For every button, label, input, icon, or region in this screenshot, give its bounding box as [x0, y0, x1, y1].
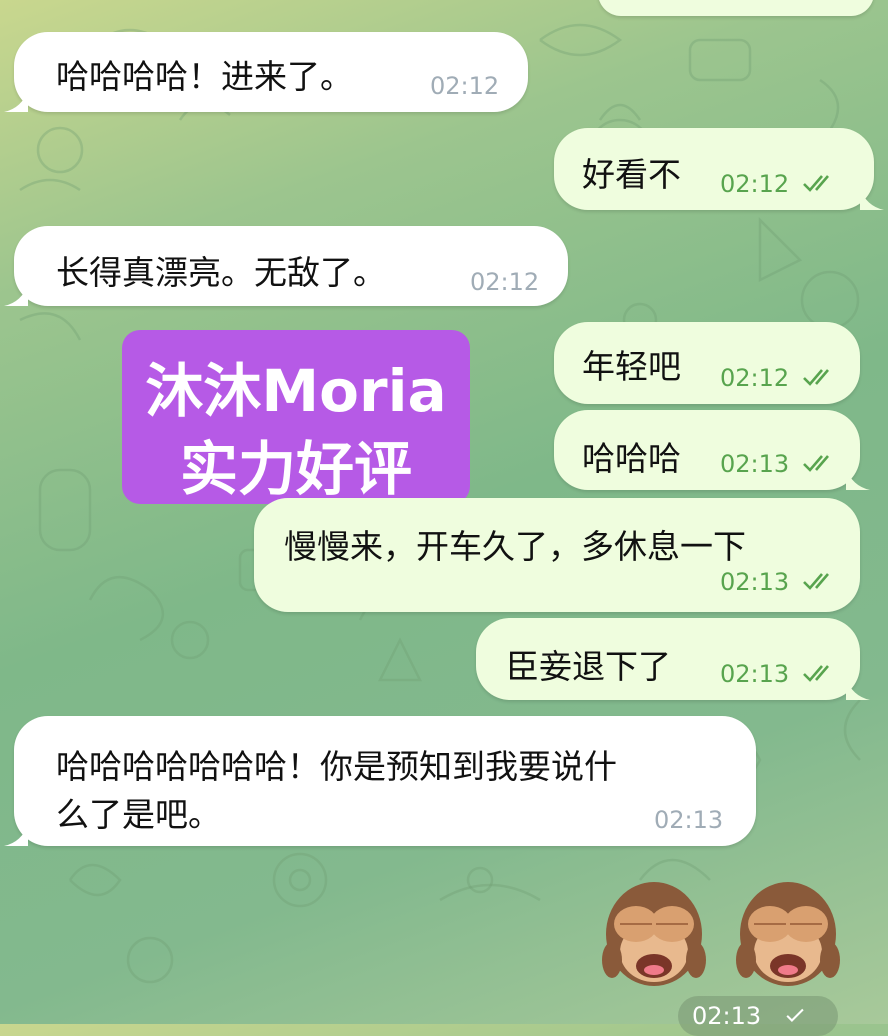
- message-text: 年轻吧: [582, 347, 681, 386]
- message-time: 02:12: [470, 268, 540, 296]
- bubble-tail-icon: [846, 468, 870, 490]
- chat-message-bubble[interactable]: 好看不 02:12: [554, 128, 884, 210]
- see-no-evil-monkey-icon: [736, 882, 840, 986]
- bubble-tail-icon: [4, 90, 28, 112]
- message-text: 哈哈哈: [582, 439, 681, 478]
- sticker-time-badge: 02:13: [678, 996, 838, 1036]
- read-double-check-icon: [803, 665, 829, 682]
- chat-message-bubble[interactable]: 哈哈哈 02:13: [554, 410, 870, 490]
- message-text-line-1: 哈哈哈哈哈哈哈！你是预知到我要说什: [56, 747, 617, 786]
- message-time: 02:12: [430, 72, 500, 100]
- chat-message-bubble[interactable]: [598, 0, 874, 16]
- message-time: 02:12: [720, 170, 790, 198]
- chat-message-bubble[interactable]: 哈哈哈哈！进来了。 02:12: [4, 32, 528, 112]
- bubble-tail-icon: [4, 284, 28, 306]
- chat-message-bubble[interactable]: 年轻吧 02:12: [554, 322, 860, 404]
- message-text: 慢慢来，开车久了，多休息一下: [284, 527, 746, 566]
- message-time: 02:12: [720, 364, 790, 392]
- message-time: 02:13: [720, 568, 790, 596]
- message-text: 臣妾退下了: [506, 647, 671, 686]
- message-time: 02:13: [720, 450, 790, 478]
- see-no-evil-monkey-icon: [602, 882, 706, 986]
- read-double-check-icon: [803, 369, 829, 386]
- message-time: 02:13: [654, 806, 724, 834]
- promo-overlay-banner: 沐沐Moria 实力好评: [122, 330, 470, 504]
- bubble-tail-icon: [4, 824, 28, 846]
- chat-message-bubble[interactable]: 臣妾退下了 02:13: [476, 618, 870, 700]
- message-text-line-2: 么了是吧。: [56, 795, 221, 834]
- message-time: 02:13: [720, 660, 790, 688]
- message-time: 02:13: [692, 1002, 762, 1030]
- overlay-line-2: 实力好评: [179, 435, 412, 503]
- chat-message-bubble[interactable]: 长得真漂亮。无敌了。 02:12: [4, 226, 568, 306]
- read-double-check-icon: [803, 573, 829, 590]
- read-double-check-icon: [803, 455, 829, 472]
- read-double-check-icon: [803, 175, 829, 192]
- message-text: 哈哈哈哈！进来了。: [56, 57, 353, 96]
- bubble-tail-icon: [860, 188, 884, 210]
- message-text: 好看不: [582, 155, 681, 194]
- bubble-tail-icon: [846, 678, 870, 700]
- message-text: 长得真漂亮。无敌了。: [56, 253, 386, 292]
- overlay-line-1: 沐沐Moria: [145, 357, 447, 425]
- chat-message-bubble[interactable]: 慢慢来，开车久了，多休息一下 02:13: [254, 498, 860, 612]
- chat-message-bubble[interactable]: 哈哈哈哈哈哈哈！你是预知到我要说什 么了是吧。 02:13: [4, 716, 756, 846]
- sent-check-icon: [786, 1008, 804, 1022]
